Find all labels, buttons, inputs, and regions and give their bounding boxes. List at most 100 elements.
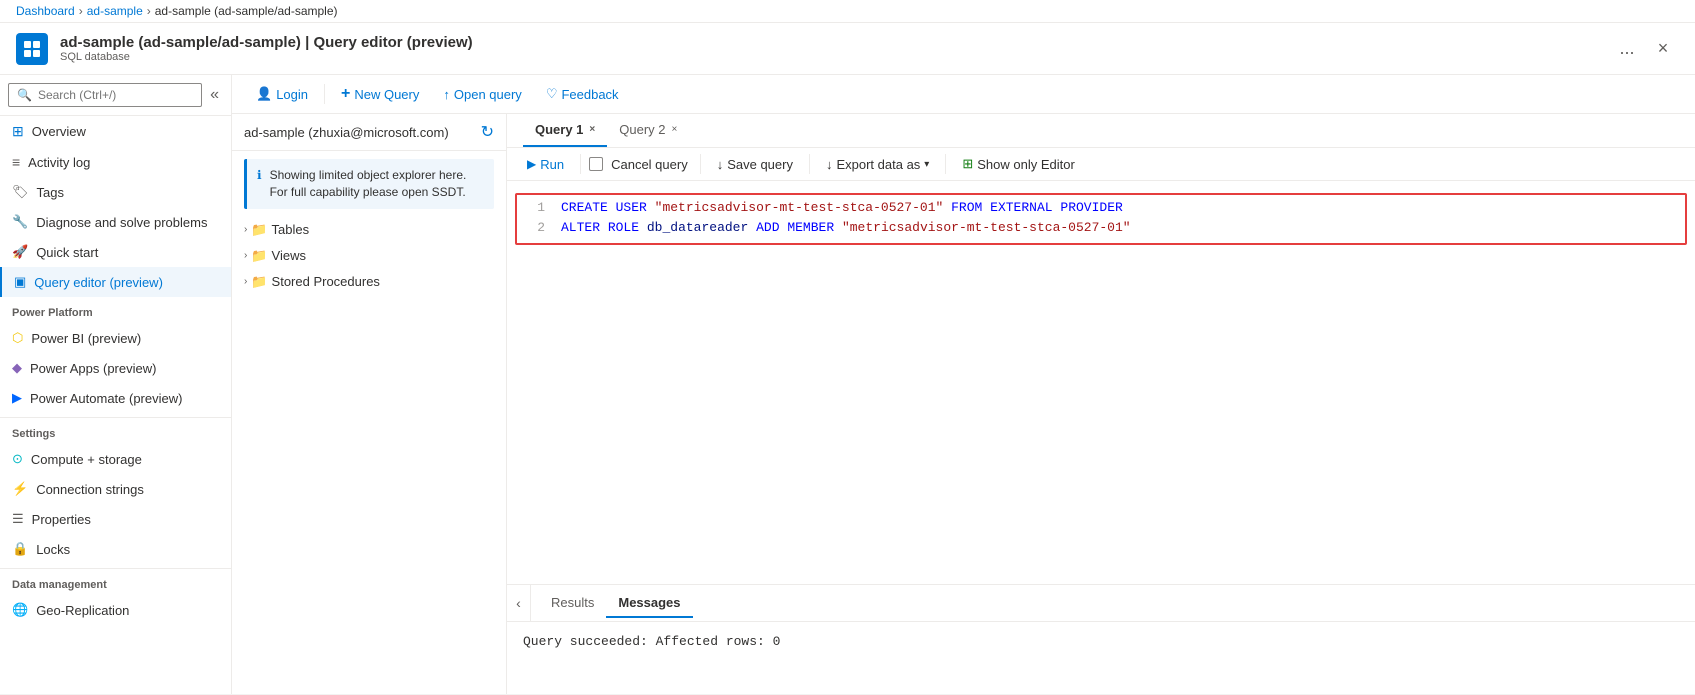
expand-icon: › bbox=[244, 276, 247, 287]
nav-divider bbox=[0, 417, 231, 418]
results-panel: ‹ Results Messages Query succeeded: Affe… bbox=[507, 584, 1695, 694]
tree-item-tables[interactable]: › 📁 Tables bbox=[232, 217, 506, 243]
tag-icon: 🏷 bbox=[12, 184, 29, 200]
qtb-sep1 bbox=[580, 154, 581, 174]
power-apps-icon: ◆ bbox=[12, 360, 22, 376]
results-tabs-bar: Results Messages bbox=[531, 589, 701, 618]
login-label: Login bbox=[276, 87, 308, 102]
expand-icon: › bbox=[244, 250, 247, 261]
power-bi-icon: ⬡ bbox=[12, 330, 23, 346]
qtb-sep3 bbox=[809, 154, 810, 174]
export-label: Export data as bbox=[836, 157, 920, 172]
main-toolbar: 👤 Login + New Query ↑ Open query ♡ Feedb… bbox=[232, 75, 1695, 114]
code-editor[interactable]: 1 CREATE USER "metricsadvisor-mt-test-st… bbox=[507, 181, 1695, 584]
tree-item-label: Views bbox=[272, 248, 306, 263]
breadcrumb-current: ad-sample (ad-sample/ad-sample) bbox=[155, 4, 338, 18]
sidebar-item-power-apps[interactable]: ◆ Power Apps (preview) bbox=[0, 353, 231, 383]
sidebar-item-power-automate[interactable]: ▶ Power Automate (preview) bbox=[0, 383, 231, 413]
sidebar-item-label: Diagnose and solve problems bbox=[36, 215, 207, 230]
breadcrumb: Dashboard › ad-sample › ad-sample (ad-sa… bbox=[0, 0, 1695, 23]
export-button[interactable]: ↓ Export data as ▾ bbox=[818, 153, 937, 176]
geo-icon: 🌐 bbox=[12, 602, 28, 618]
new-query-label: New Query bbox=[354, 87, 419, 102]
power-automate-icon: ▶ bbox=[12, 390, 22, 406]
sidebar-item-label: Overview bbox=[32, 124, 86, 139]
tree-item-stored-procedures[interactable]: › 📁 Stored Procedures bbox=[232, 269, 506, 295]
user-icon: 👤 bbox=[256, 86, 272, 102]
save-query-button[interactable]: ↓ Save query bbox=[709, 153, 801, 176]
query-editor-area: Query 1 × Query 2 × ▶ Run bbox=[507, 114, 1695, 694]
sidebar-item-quickstart[interactable]: 🚀 Quick start bbox=[0, 237, 231, 267]
query-tab-2[interactable]: Query 2 × bbox=[607, 114, 689, 147]
feedback-button[interactable]: ♡ Feedback bbox=[538, 82, 627, 106]
refresh-button[interactable]: ↻ bbox=[481, 122, 494, 142]
info-icon: ℹ bbox=[257, 167, 262, 201]
top-bar: ad-sample (ad-sample/ad-sample) | Query … bbox=[0, 23, 1695, 75]
tab-close-2[interactable]: × bbox=[672, 124, 678, 135]
search-box[interactable]: 🔍 bbox=[8, 83, 202, 107]
line-number-2: 2 bbox=[517, 220, 557, 235]
ellipsis-button[interactable]: ... bbox=[1611, 33, 1643, 65]
lock-icon: 🔒 bbox=[12, 541, 28, 557]
expand-icon: › bbox=[244, 224, 247, 235]
sidebar-item-label: Quick start bbox=[36, 245, 98, 260]
results-tab-messages[interactable]: Messages bbox=[606, 589, 692, 618]
close-button[interactable]: × bbox=[1647, 33, 1679, 65]
tree-item-label: Stored Procedures bbox=[272, 274, 380, 289]
home-icon: ⊞ bbox=[12, 123, 24, 140]
sidebar: 🔍 « ⊞ Overview ≡ Activity log 🏷 Tags 🔧 D… bbox=[0, 75, 232, 694]
run-button[interactable]: ▶ Run bbox=[519, 153, 572, 176]
sidebar-item-geo-replication[interactable]: 🌐 Geo-Replication bbox=[0, 595, 231, 625]
query-tab-1-label: Query 1 bbox=[535, 122, 583, 137]
sidebar-item-label: Activity log bbox=[28, 155, 90, 170]
login-button[interactable]: 👤 Login bbox=[248, 82, 316, 106]
results-header: ‹ Results Messages bbox=[507, 585, 1695, 622]
main-layout: 🔍 « ⊞ Overview ≡ Activity log 🏷 Tags 🔧 D… bbox=[0, 75, 1695, 694]
page-subtitle: SQL database bbox=[60, 51, 473, 63]
results-tab-results[interactable]: Results bbox=[539, 589, 606, 618]
tab-close-1[interactable]: × bbox=[589, 124, 595, 135]
sidebar-item-locks[interactable]: 🔒 Locks bbox=[0, 534, 231, 564]
collapse-results-button[interactable]: ‹ bbox=[507, 585, 531, 621]
cancel-button[interactable]: Cancel query bbox=[607, 153, 692, 176]
connection-icon: ⚡ bbox=[12, 481, 28, 497]
sidebar-item-power-bi[interactable]: ⬡ Power BI (preview) bbox=[0, 323, 231, 353]
sidebar-item-compute[interactable]: ⊙ Compute + storage bbox=[0, 444, 231, 474]
sidebar-item-diagnose[interactable]: 🔧 Diagnose and solve problems bbox=[0, 207, 231, 237]
new-query-button[interactable]: + New Query bbox=[333, 81, 427, 107]
section-label-data-management: Data management bbox=[0, 573, 231, 595]
breadcrumb-dashboard[interactable]: Dashboard bbox=[16, 4, 75, 18]
sidebar-item-overview[interactable]: ⊞ Overview bbox=[0, 116, 231, 147]
open-query-button[interactable]: ↑ Open query bbox=[435, 83, 529, 106]
line-number-1: 1 bbox=[517, 200, 557, 215]
code-line-2: 2 ALTER ROLE db_datareader ADD MEMBER "m… bbox=[517, 219, 1685, 239]
query-tab-1[interactable]: Query 1 × bbox=[523, 114, 607, 147]
download-icon: ↓ bbox=[717, 157, 724, 172]
folder-icon: 📁 bbox=[251, 274, 267, 290]
sidebar-item-label: Power BI (preview) bbox=[31, 331, 141, 346]
info-box: ℹ Showing limited object explorer here. … bbox=[244, 159, 494, 209]
sidebar-nav: ⊞ Overview ≡ Activity log 🏷 Tags 🔧 Diagn… bbox=[0, 116, 231, 694]
folder-icon: 📁 bbox=[251, 248, 267, 264]
save-query-label: Save query bbox=[727, 157, 793, 172]
section-label-power-platform: Power Platform bbox=[0, 297, 231, 323]
properties-icon: ☰ bbox=[12, 511, 24, 527]
sidebar-item-activity-log[interactable]: ≡ Activity log bbox=[0, 147, 231, 177]
sidebar-item-query-editor[interactable]: ▣ Query editor (preview) bbox=[0, 267, 231, 297]
query-tabs-bar: Query 1 × Query 2 × bbox=[507, 114, 1695, 148]
sidebar-item-properties[interactable]: ☰ Properties bbox=[0, 504, 231, 534]
app-icon bbox=[16, 33, 48, 65]
tree-item-views[interactable]: › 📁 Views bbox=[232, 243, 506, 269]
breadcrumb-adsample[interactable]: ad-sample bbox=[87, 4, 143, 18]
search-input[interactable] bbox=[38, 88, 193, 102]
page-title: ad-sample (ad-sample/ad-sample) | Query … bbox=[60, 34, 473, 51]
sidebar-item-tags[interactable]: 🏷 Tags bbox=[0, 177, 231, 207]
db-icon: ▣ bbox=[14, 274, 26, 290]
collapse-sidebar-button[interactable]: « bbox=[206, 84, 223, 106]
sidebar-item-label: Power Automate (preview) bbox=[30, 391, 182, 406]
sidebar-item-label: Geo-Replication bbox=[36, 603, 129, 618]
sidebar-item-connection-strings[interactable]: ⚡ Connection strings bbox=[0, 474, 231, 504]
list-icon: ≡ bbox=[12, 154, 20, 170]
show-editor-button[interactable]: ⊞ Show only Editor bbox=[954, 152, 1082, 176]
sidebar-item-label: Properties bbox=[32, 512, 91, 527]
